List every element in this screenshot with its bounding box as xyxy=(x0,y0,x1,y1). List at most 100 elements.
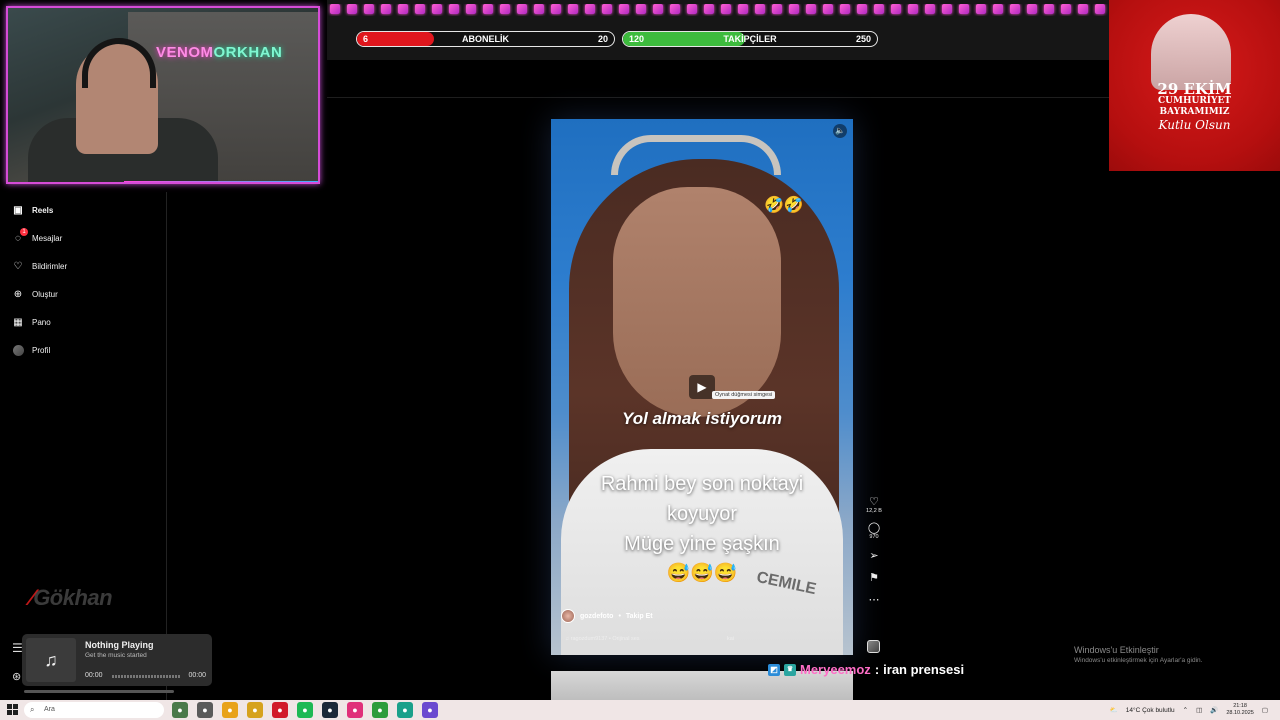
task-view-icon[interactable]: ● xyxy=(197,702,213,718)
decor-dot xyxy=(891,4,901,14)
chevron-up-icon[interactable]: ⌃ xyxy=(1183,706,1188,714)
decor-dot xyxy=(568,4,578,14)
header-divider xyxy=(327,97,1110,98)
message-count-badge: 1 xyxy=(20,228,28,236)
windows-activation-watermark: Windows'u Etkinleştir Windows'u etkinleş… xyxy=(1074,645,1202,664)
steam-icon[interactable]: ● xyxy=(322,702,338,718)
caption-emoji-bottom: 😅😅😅 xyxy=(666,563,738,584)
app-teal-icon[interactable]: ● xyxy=(397,702,413,718)
spotify-icon[interactable]: ● xyxy=(297,702,313,718)
more-action[interactable]: ⋯ xyxy=(869,594,880,606)
webcam-feed: VENOMORKHAN xyxy=(6,6,320,184)
caption-primary: Yol almak istiyorum xyxy=(622,409,782,428)
followers-goal: 250 xyxy=(855,34,871,44)
banner-line4: Kutlu Olsun xyxy=(1158,118,1231,132)
decor-dot xyxy=(449,4,459,14)
save-action[interactable]: ⚑ xyxy=(869,572,879,584)
app-pink-icon[interactable]: ● xyxy=(347,702,363,718)
decor-dot xyxy=(857,4,867,14)
windows-start-icon[interactable] xyxy=(7,704,18,715)
sidebar-item-reels[interactable]: ▣ Reels xyxy=(12,204,53,216)
sidebar-item-dashboard[interactable]: ▦ Pano xyxy=(12,316,51,328)
comment-action[interactable]: ◯ 970 xyxy=(868,522,880,540)
like-action[interactable]: ♡ 12,2 B xyxy=(866,496,882,514)
subs-label: ABONELİK xyxy=(462,34,509,44)
sound-icon[interactable]: 🔈 xyxy=(833,124,847,138)
clock-date: 28.10.2025 xyxy=(1226,710,1254,716)
sidebar-item-label: Profil xyxy=(32,345,51,355)
sidebar-item-profile[interactable]: Profil xyxy=(12,344,50,356)
music-time-end: 00:00 xyxy=(188,672,206,679)
decor-dot xyxy=(636,4,646,14)
decor-dot xyxy=(908,4,918,14)
clock-time: 21:18 xyxy=(1233,703,1247,709)
opera-icon[interactable]: ● xyxy=(272,702,288,718)
bookmark-icon[interactable]: ⚑ xyxy=(869,572,879,584)
decor-dot xyxy=(602,4,612,14)
weather-icon[interactable]: ⛅ xyxy=(1110,706,1118,714)
weather-text[interactable]: 14°C Çok bulutlu xyxy=(1126,707,1175,714)
plus-icon: ⊕ xyxy=(13,288,23,300)
chat-badge-icon: ♛ xyxy=(784,663,796,676)
chrome-icon[interactable]: ● xyxy=(222,702,238,718)
decor-dot xyxy=(1027,4,1037,14)
decor-dot xyxy=(619,4,629,14)
reel-audio[interactable]: ♫ ragozdum9137 • Orijinal ses xyxy=(565,636,640,642)
share-action[interactable]: ➢ xyxy=(869,550,878,562)
sidebar-item-messages[interactable]: ◌ 1 Mesajlar xyxy=(12,228,62,244)
decor-dot xyxy=(534,4,544,14)
caption-line: koyuyor xyxy=(666,503,738,525)
decor-dot xyxy=(789,4,799,14)
notification-icon[interactable]: ▢ xyxy=(1262,706,1268,714)
decor-dot xyxy=(806,4,816,14)
decor-dot xyxy=(1078,4,1088,14)
banner-line3: BAYRAMIMIZ xyxy=(1159,107,1230,117)
decor-dot xyxy=(1061,4,1071,14)
reel-video[interactable]: CEMILE 🤣🤣 🔈 ▶ Oynat düğmesi simgesi Yol … xyxy=(551,119,853,655)
banner-line2: CUMHURİYET xyxy=(1158,96,1231,106)
avatar-icon xyxy=(12,344,24,356)
heart-icon[interactable]: ♡ xyxy=(869,496,879,508)
folder-icon[interactable]: ● xyxy=(247,702,263,718)
send-icon[interactable]: ➢ xyxy=(869,550,878,562)
decor-dot xyxy=(347,4,357,14)
dashboard-icon: ▦ xyxy=(13,316,23,328)
decor-dot xyxy=(364,4,374,14)
follow-button[interactable]: Takip Et xyxy=(626,613,653,620)
subs-goal: 20 xyxy=(597,34,608,44)
threads-icon[interactable]: ⊛ xyxy=(12,670,21,683)
heart-icon: ♡ xyxy=(13,260,23,272)
volume-icon[interactable]: 🔊 xyxy=(1210,706,1218,714)
decor-dot xyxy=(755,4,765,14)
music-note-icon: ♫ xyxy=(26,638,76,682)
widget-icon[interactable]: ● xyxy=(172,702,188,718)
search-placeholder: Ara xyxy=(44,706,55,713)
sidebar-item-label: Bildirimler xyxy=(32,261,68,271)
author-name[interactable]: gozdefoto xyxy=(580,613,613,620)
decor-dot xyxy=(772,4,782,14)
decor-dot xyxy=(415,4,425,14)
clock[interactable]: 21:18 28.10.2025 xyxy=(1226,703,1254,717)
decor-dot xyxy=(381,4,391,14)
app-purple-icon[interactable]: ● xyxy=(422,702,438,718)
neon-part2: ORKHAN xyxy=(213,44,283,61)
sidebar-item-label: Pano xyxy=(32,317,51,327)
sidebar-item-notifications[interactable]: ♡ Bildirimler xyxy=(12,260,68,272)
taskbar-search[interactable]: ⌕ Ara xyxy=(24,702,164,718)
app-green-icon[interactable]: ● xyxy=(372,702,388,718)
decor-dot xyxy=(738,4,748,14)
chat-separator: : xyxy=(874,662,880,677)
decor-dot xyxy=(687,4,697,14)
stream-screen: 6 ABONELİK 20 120 TAKİPÇİLER 250 VENOMOR… xyxy=(0,0,1280,720)
sidebar-item-create[interactable]: ⊕ Oluştur xyxy=(12,288,58,300)
audio-thumbnail[interactable] xyxy=(867,640,880,653)
followers-progress-bar: 120 TAKİPÇİLER 250 xyxy=(622,31,878,47)
followers-label: TAKİPÇİLER xyxy=(723,34,777,44)
more-icon[interactable]: ⋯ xyxy=(869,594,880,606)
music-progress-bar[interactable] xyxy=(24,690,174,693)
search-icon: ⌕ xyxy=(30,705,35,714)
comment-icon[interactable]: ◯ xyxy=(868,522,880,534)
music-widget[interactable]: ♫ Nothing Playing Get the music started … xyxy=(22,634,212,686)
author-avatar[interactable] xyxy=(561,609,575,623)
network-icon[interactable]: ◫ xyxy=(1196,706,1202,714)
